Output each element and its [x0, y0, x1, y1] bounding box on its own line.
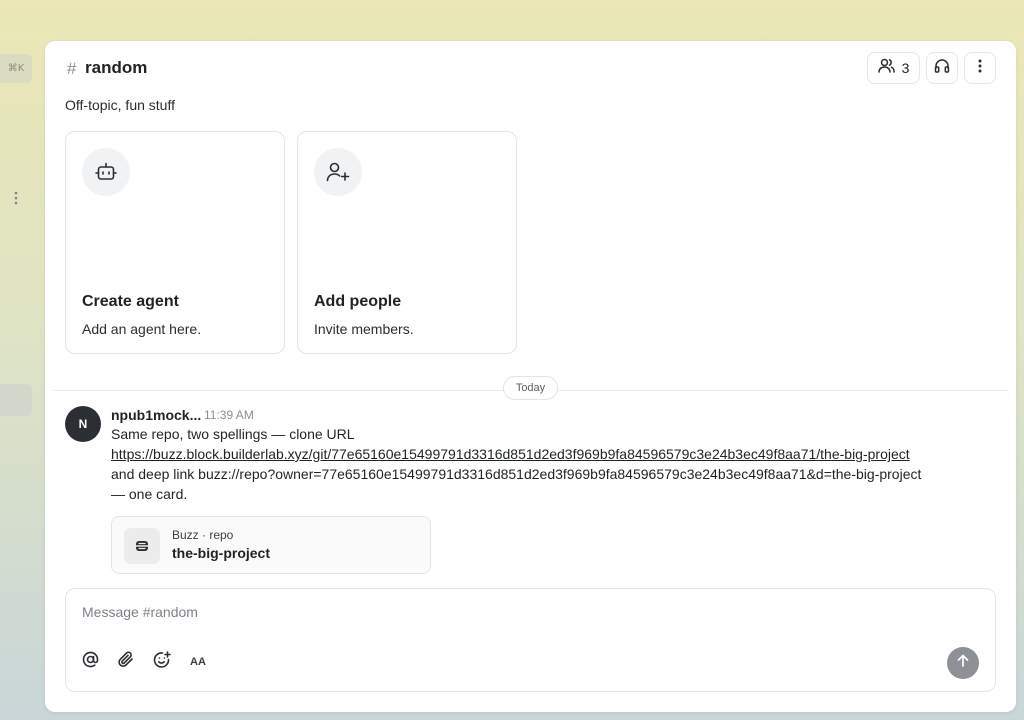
sidebar-item-active[interactable] — [0, 384, 32, 416]
day-separator: Today — [503, 376, 558, 400]
attach-button[interactable] — [116, 651, 136, 673]
paperclip-icon — [118, 651, 134, 673]
repo-name: the-big-project — [172, 545, 270, 561]
members-button[interactable]: 3 — [867, 52, 920, 84]
repo-icon — [124, 528, 160, 564]
message-input[interactable] — [82, 601, 962, 623]
message-author[interactable]: npub1mock... — [111, 407, 201, 423]
huddle-button[interactable] — [926, 52, 958, 84]
repo-kind-label: Buzz · repo — [172, 528, 234, 542]
more-vertical-icon — [978, 59, 982, 78]
headset-icon — [934, 58, 950, 79]
message-timestamp: 11:39 AM — [204, 408, 254, 422]
channel-header: # random 3 — [45, 41, 1016, 95]
emoji-button[interactable] — [152, 650, 172, 674]
mention-button[interactable] — [80, 651, 100, 673]
smile-plus-icon — [153, 650, 171, 674]
message-composer: AA — [65, 588, 996, 692]
card-title: Create agent — [82, 293, 179, 310]
channel-panel: # random 3 Off-topic, fun stuff Create a… — [45, 41, 1016, 712]
add-people-card[interactable]: Add people Invite members. — [297, 131, 517, 354]
channel-hash-icon: # — [67, 59, 77, 78]
create-agent-card[interactable]: Create agent Add an agent here. — [65, 131, 285, 354]
repo-preview-card[interactable]: Buzz · repo the-big-project — [111, 516, 431, 574]
message-text-line: Same repo, two spellings — clone URL — [111, 426, 355, 442]
search-shortcut-hint[interactable]: ⌘K — [0, 54, 32, 83]
format-button[interactable]: AA — [188, 652, 208, 672]
clone-url-link[interactable]: https://buzz.block.builderlab.xyz/git/77… — [111, 446, 910, 462]
avatar[interactable]: N — [65, 406, 101, 442]
channel-title: random — [85, 58, 148, 77]
card-subtitle: Add an agent here. — [82, 321, 202, 337]
bot-icon — [82, 148, 130, 196]
send-button[interactable] — [947, 647, 979, 679]
users-icon — [877, 58, 895, 78]
card-subtitle: Invite members. — [314, 321, 414, 337]
card-title: Add people — [314, 293, 402, 310]
members-count: 3 — [901, 60, 910, 76]
at-sign-icon — [82, 651, 99, 673]
sidebar-more-icon[interactable] — [10, 190, 22, 206]
channel-description: Off-topic, fun stuff — [65, 97, 175, 113]
message-text-line: and deep link buzz://repo?owner=77e65160… — [111, 466, 922, 482]
more-options-button[interactable] — [964, 52, 996, 84]
message-text-line: — one card. — [111, 486, 188, 502]
arrow-up-icon — [957, 654, 969, 672]
user-plus-icon — [314, 148, 362, 196]
